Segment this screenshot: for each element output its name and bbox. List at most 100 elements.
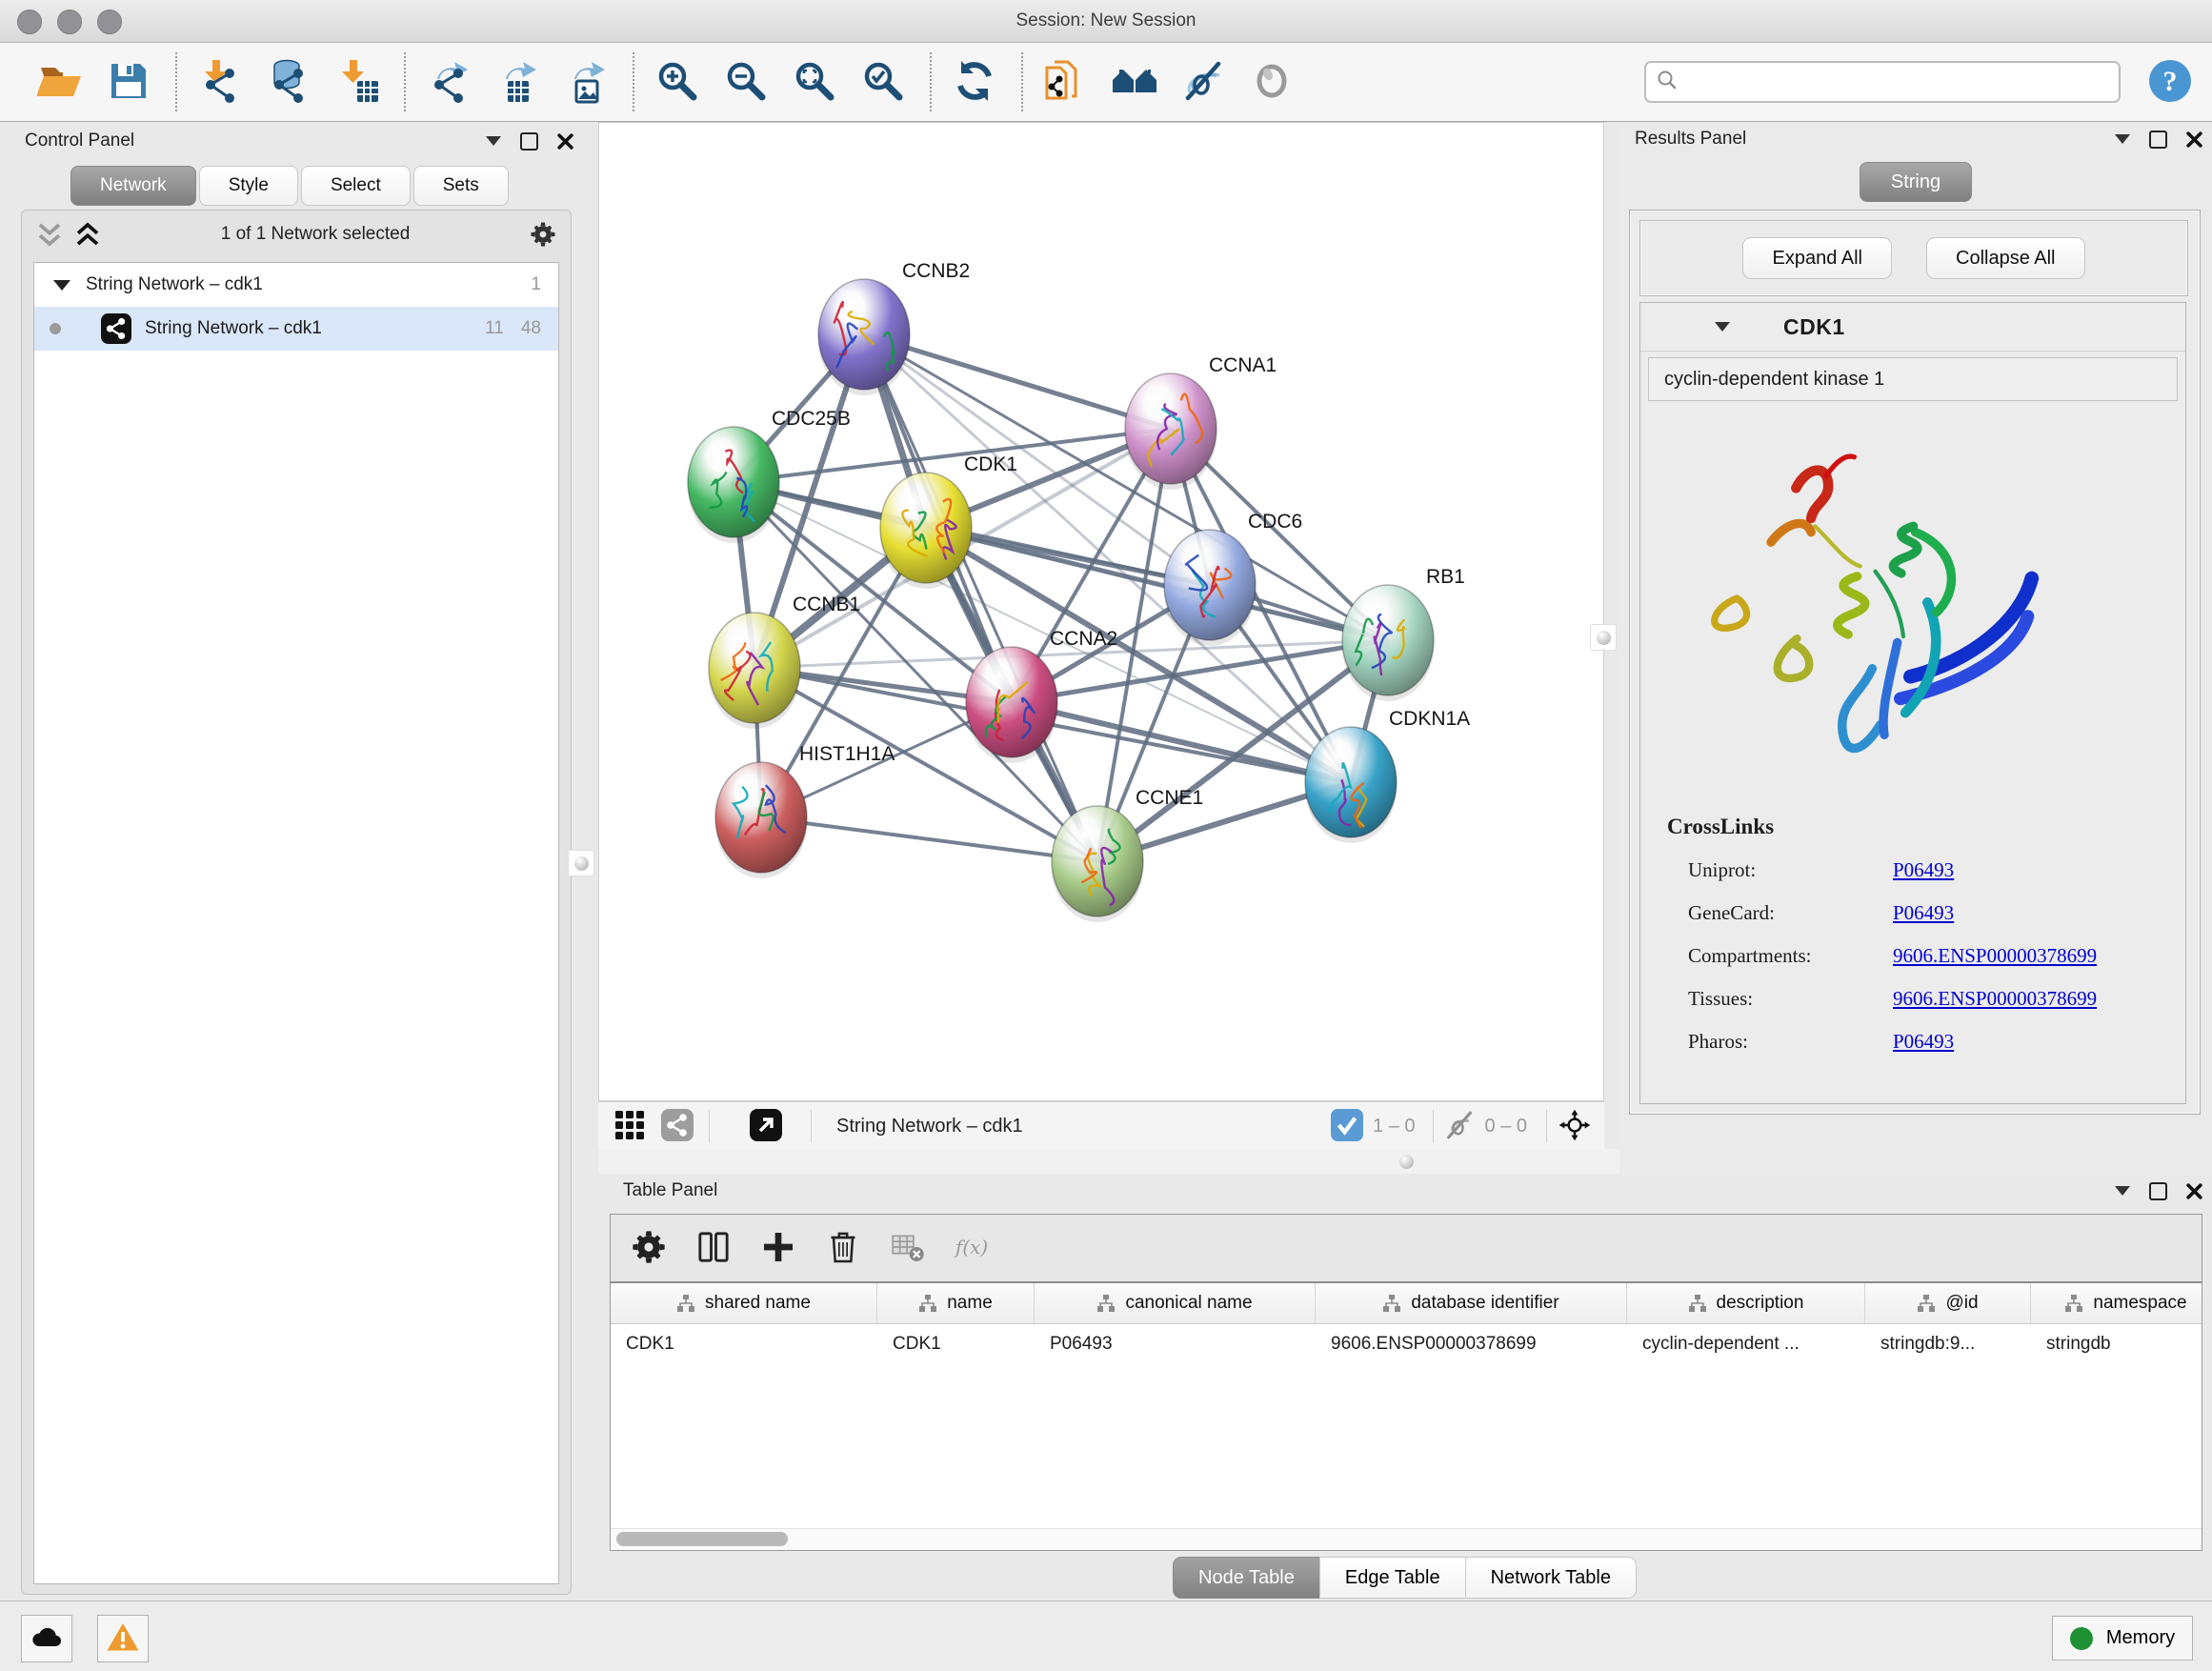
edge-CCNB2-CCNA1[interactable] — [864, 334, 1171, 429]
edge-CDK1-RB1[interactable] — [926, 528, 1388, 640]
tab-style[interactable]: Style — [199, 166, 298, 206]
chevron-double-up-icon — [73, 220, 102, 249]
table-cell[interactable]: stringdb — [2031, 1324, 2202, 1364]
export-network-button[interactable] — [421, 52, 476, 111]
import-network-button[interactable] — [192, 52, 248, 111]
selected-nodes-checkbox[interactable] — [1331, 1109, 1363, 1144]
left-splitter-grip[interactable] — [568, 850, 594, 876]
delete-column-button[interactable] — [824, 1228, 862, 1269]
collection-expander-icon[interactable] — [53, 280, 70, 291]
network-tree-row[interactable]: String Network – cdk1 11 48 — [34, 307, 558, 351]
svg-text:?: ? — [2163, 66, 2178, 97]
column-header-database-identifier[interactable]: database identifier — [1316, 1283, 1627, 1323]
panel-float-icon[interactable] — [2149, 1182, 2167, 1200]
collapse-all-button[interactable]: Collapse All — [1926, 237, 2085, 279]
right-splitter-grip[interactable] — [1590, 624, 1617, 651]
apply-preferred-layout-button[interactable] — [947, 52, 1002, 111]
expand-all-networks-button[interactable] — [73, 220, 102, 249]
hide-graphics-details-button[interactable] — [1176, 52, 1231, 111]
network-node-CCNA1[interactable]: CCNA1 — [1125, 354, 1277, 490]
warnings-button[interactable] — [97, 1615, 149, 1662]
export-table-button[interactable] — [490, 52, 545, 111]
import-table-button[interactable] — [330, 52, 385, 111]
network-node-CDKN1A[interactable]: CDKN1A — [1305, 708, 1470, 843]
column-header-namespace[interactable]: namespace — [2031, 1283, 2202, 1323]
show-columns-button[interactable] — [694, 1228, 733, 1269]
network-view[interactable]: CCNB2 CCNA1 CDC25B CDK1 CDC6 RB1 — [598, 122, 1604, 1101]
network-type-button[interactable] — [661, 1109, 694, 1144]
panel-collapse-icon[interactable] — [486, 136, 501, 146]
panel-close-icon[interactable] — [557, 133, 573, 150]
network-node-RB1[interactable]: RB1 — [1342, 566, 1465, 701]
tab-edge-table[interactable]: Edge Table — [1319, 1557, 1466, 1599]
column-header-shared-name[interactable]: shared name — [611, 1283, 877, 1323]
network-tree-row[interactable]: String Network – cdk1 1 — [34, 263, 558, 307]
column-header-name[interactable]: name — [877, 1283, 1035, 1323]
add-column-button[interactable] — [759, 1228, 797, 1269]
panel-float-icon[interactable] — [2149, 131, 2167, 149]
table-row[interactable]: CDK1CDK1P064939606.ENSP00000378699cyclin… — [611, 1324, 2202, 1364]
table-cell[interactable]: CDK1 — [877, 1324, 1035, 1364]
cytoscape-window: Session: New Session ? Control Panel Net… — [0, 0, 2212, 1671]
table-cell[interactable]: 9606.ENSP00000378699 — [1316, 1324, 1627, 1364]
crosslink-link[interactable]: P06493 — [1893, 901, 1954, 925]
network-options-button[interactable] — [529, 220, 557, 249]
network-node-CCNB1[interactable]: CCNB1 — [709, 594, 860, 729]
toolbar-separator — [404, 52, 406, 111]
hidden-elements-button[interactable] — [1443, 1109, 1476, 1144]
export-image-button[interactable] — [558, 52, 613, 111]
memory-button[interactable]: Memory — [2052, 1616, 2193, 1661]
crosslink-link[interactable]: 9606.ENSP00000378699 — [1893, 987, 2097, 1011]
tab-select[interactable]: Select — [301, 166, 411, 206]
import-network-from-clipboard-button[interactable] — [1038, 52, 1094, 111]
table-options-button[interactable] — [630, 1228, 668, 1269]
column-header--id[interactable]: @id — [1865, 1283, 2031, 1323]
panel-close-icon[interactable] — [2186, 131, 2202, 148]
column-header-description[interactable]: description — [1627, 1283, 1865, 1323]
zoom-out-button[interactable] — [718, 52, 774, 111]
tab-sets[interactable]: Sets — [413, 166, 509, 206]
search-input[interactable] — [1679, 64, 2119, 100]
table-cell[interactable]: CDK1 — [611, 1324, 877, 1364]
crosslink-link[interactable]: P06493 — [1893, 858, 1954, 882]
scrollbar-thumb[interactable] — [616, 1532, 788, 1546]
bottom-splitter-grip[interactable] — [1394, 1149, 1418, 1174]
expand-all-button[interactable]: Expand All — [1742, 237, 1892, 279]
table-cell[interactable]: cyclin-dependent ... — [1627, 1324, 1865, 1364]
network-node-CDC25B[interactable]: CDC25B — [688, 408, 851, 543]
zoom-selected-button[interactable] — [855, 52, 911, 111]
tab-node-table[interactable]: Node Table — [1173, 1557, 1320, 1599]
open-session-button[interactable] — [32, 52, 88, 111]
table-cell[interactable]: P06493 — [1035, 1324, 1316, 1364]
show-graphics-details-button[interactable] — [1244, 52, 1299, 111]
help-button[interactable]: ? — [2145, 57, 2195, 107]
network-node-CCNB2[interactable]: CCNB2 — [818, 260, 970, 395]
zoom-in-button[interactable] — [650, 52, 705, 111]
network-node-HIST1H1A[interactable]: HIST1H1A — [715, 743, 895, 878]
tab-network[interactable]: Network — [70, 166, 196, 206]
edge-CCNB2-CCNE1[interactable] — [864, 334, 1097, 861]
column-header-canonical-name[interactable]: canonical name — [1035, 1283, 1316, 1323]
cloud-status-button[interactable] — [21, 1615, 72, 1662]
panel-collapse-icon[interactable] — [2115, 1186, 2130, 1196]
import-network-database-button[interactable] — [261, 52, 316, 111]
zoom-fit-button[interactable] — [787, 52, 842, 111]
titlebar: Session: New Session — [0, 0, 2212, 43]
edge-HIST1H1A-CCNE1[interactable] — [761, 817, 1097, 861]
birds-eye-view-button[interactable] — [750, 1109, 782, 1144]
view-grid-button[interactable] — [613, 1109, 646, 1144]
crosslink-link[interactable]: 9606.ENSP00000378699 — [1893, 944, 2097, 968]
tab-network-table[interactable]: Network Table — [1465, 1557, 1637, 1599]
crosslink-link[interactable]: P06493 — [1893, 1030, 1954, 1054]
panel-close-icon[interactable] — [2186, 1183, 2202, 1199]
panel-collapse-icon[interactable] — [2115, 134, 2130, 144]
table-cell[interactable]: stringdb:9... — [1865, 1324, 2031, 1364]
gene-collapse-icon[interactable] — [1715, 322, 1730, 332]
tab-string[interactable]: String — [1860, 162, 1972, 202]
fit-selected-button[interactable] — [1558, 1109, 1591, 1144]
string-home-button[interactable] — [1107, 52, 1162, 111]
save-session-button[interactable] — [101, 52, 156, 111]
panel-float-icon[interactable] — [520, 132, 538, 151]
collapse-all-networks-button[interactable] — [35, 220, 64, 249]
node-label-RB1: RB1 — [1426, 566, 1465, 588]
